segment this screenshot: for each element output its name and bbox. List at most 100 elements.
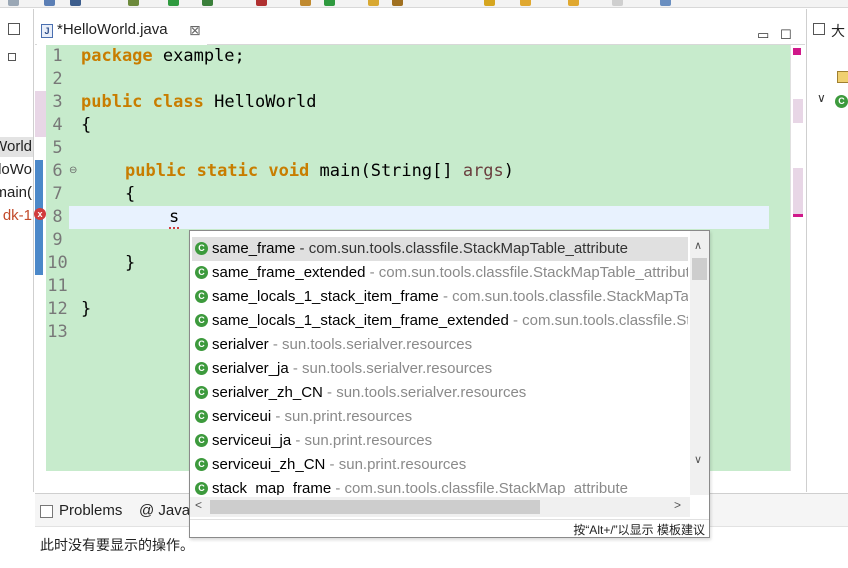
tree-item-jdk[interactable]: dk-1 [0, 206, 33, 226]
proposal-item[interactable]: Cserviceui - sun.print.resources [192, 405, 688, 429]
outline-panel: 大 ∨ C [806, 9, 848, 492]
class-icon: C [195, 314, 208, 327]
line-number: 7 [52, 184, 63, 204]
line-number: 13 [47, 322, 68, 342]
code-line-7: { [125, 184, 136, 204]
change-marker [35, 91, 46, 137]
line-number: 10 [47, 253, 68, 273]
class-icon: C [195, 290, 208, 303]
tab-title: *HelloWorld.java [57, 21, 168, 38]
package-explorer: World loWo main( dk-1 [0, 9, 34, 492]
horizontal-scrollbar[interactable]: < > [190, 497, 690, 517]
class-icon: C [835, 95, 848, 108]
typed-text: s [169, 207, 180, 229]
tab-helloworld-java[interactable]: J *HelloWorld.java ⊠ [37, 17, 207, 45]
code-line-8: s [169, 206, 180, 229]
debug-icon[interactable] [128, 0, 139, 6]
code-line-6: public static void main(String[] args) [125, 161, 515, 181]
open-folder-icon[interactable] [368, 0, 379, 6]
class-icon: C [195, 338, 208, 351]
run-icon[interactable] [168, 0, 179, 6]
proposal-item[interactable]: Cserviceui_ja - sun.print.resources [192, 429, 688, 453]
proposal-item[interactable]: Cserialver_ja - sun.tools.serialver.reso… [192, 357, 688, 381]
proposal-item[interactable]: Csame_locals_1_stack_item_frame - com.su… [192, 285, 688, 309]
main-toolbar [0, 0, 848, 8]
template-hint[interactable]: 按“Alt+/”以显示 模板建议 [573, 521, 705, 537]
class-icon: C [195, 362, 208, 375]
minimize-editor-icon[interactable]: ▭ [757, 27, 769, 43]
minimize-view-icon[interactable] [8, 23, 20, 35]
vertical-scrollbar[interactable]: ∧ ∨ [690, 231, 709, 495]
scroll-thumb[interactable] [692, 258, 707, 280]
line-number: 8 [52, 207, 63, 227]
tab-close-icon[interactable]: ⊠ [189, 22, 201, 39]
error-marker[interactable] [793, 48, 801, 55]
proposal-item[interactable]: Csame_frame - com.sun.tools.classfile.St… [192, 237, 688, 261]
line-number: 9 [52, 230, 63, 250]
annotation-ruler [35, 45, 46, 471]
class-icon: C [195, 458, 208, 471]
class-icon: C [195, 410, 208, 423]
code-line-12: } [81, 299, 92, 319]
problems-icon [40, 505, 53, 518]
coverage-icon[interactable] [256, 0, 267, 6]
scroll-up-icon[interactable]: ∧ [694, 239, 702, 252]
proposal-item[interactable]: Csame_frame_extended - com.sun.tools.cla… [192, 261, 688, 285]
error-marker[interactable] [793, 214, 803, 217]
line-number: 11 [47, 276, 68, 296]
expand-chevron-icon[interactable]: ∨ [817, 91, 826, 105]
proposal-item[interactable]: Csame_locals_1_stack_item_frame_extended… [192, 309, 688, 333]
maximize-editor-icon[interactable]: ☐ [780, 27, 792, 43]
line-number: 3 [52, 92, 63, 112]
class-icon: C [195, 386, 208, 399]
class-icon: C [195, 266, 208, 279]
search-icon[interactable] [392, 0, 403, 6]
line-number: 4 [52, 115, 63, 135]
tree-item-world[interactable]: World [0, 137, 33, 157]
change-marker [793, 168, 803, 216]
class-icon: C [195, 434, 208, 447]
new-class-icon[interactable] [324, 0, 335, 6]
scroll-left-icon[interactable]: < [195, 498, 202, 512]
proposal-item[interactable]: Cserialver - sun.tools.serialver.resourc… [192, 333, 688, 357]
run-external-icon[interactable] [202, 0, 213, 6]
proposal-item[interactable]: Cstack_map_frame - com.sun.tools.classfi… [192, 477, 688, 495]
fold-toggle-icon[interactable]: ⊖ [69, 165, 77, 176]
empty-message: 此时没有要显示的操作。 [40, 537, 194, 553]
code-line-4: { [81, 115, 92, 135]
nav-next-icon[interactable] [612, 0, 623, 6]
code-line-1: package example; [81, 46, 245, 66]
tree-item-helloworld[interactable]: loWo [0, 160, 33, 180]
line-number: 6 [52, 161, 63, 181]
java-file-icon: J [41, 24, 53, 38]
console-icon[interactable] [70, 0, 81, 6]
tab-problems[interactable]: Problems [59, 502, 122, 519]
annotation-icon[interactable] [484, 0, 495, 6]
outline-title: 大 [831, 23, 845, 39]
tree-item-main[interactable]: main( [0, 183, 33, 203]
proposal-item[interactable]: Cserviceui_zh_CN - sun.print.resources [192, 453, 688, 477]
popup-footer: 按“Alt+/”以显示 模板建议 [190, 519, 709, 537]
editor-tabbar: J *HelloWorld.java ⊠ ▭ ☐ [35, 9, 805, 45]
pin-icon[interactable] [660, 0, 671, 6]
back-icon[interactable] [520, 0, 531, 6]
maximize-view-icon[interactable] [8, 53, 16, 61]
forward-icon[interactable] [568, 0, 579, 6]
new-package-icon[interactable] [300, 0, 311, 6]
overview-ruler [790, 45, 805, 471]
proposal-list: Csame_frame - com.sun.tools.classfile.St… [190, 231, 690, 495]
outline-view-icon[interactable] [813, 23, 825, 35]
scroll-down-icon[interactable]: ∨ [694, 453, 702, 466]
line-number: 2 [52, 69, 63, 89]
code-line-10: } [125, 253, 136, 273]
content-assist-popup: Csame_frame - com.sun.tools.classfile.St… [189, 230, 710, 538]
class-icon: C [195, 242, 208, 255]
new-icon[interactable] [8, 0, 19, 6]
scroll-right-icon[interactable]: > [674, 498, 681, 512]
class-icon: C [195, 482, 208, 495]
proposal-item[interactable]: Cserialver_zh_CN - sun.tools.serialver.r… [192, 381, 688, 405]
error-icon[interactable]: x [34, 208, 46, 220]
save-icon[interactable] [44, 0, 55, 6]
package-icon [837, 71, 848, 83]
scroll-thumb[interactable] [210, 500, 540, 514]
